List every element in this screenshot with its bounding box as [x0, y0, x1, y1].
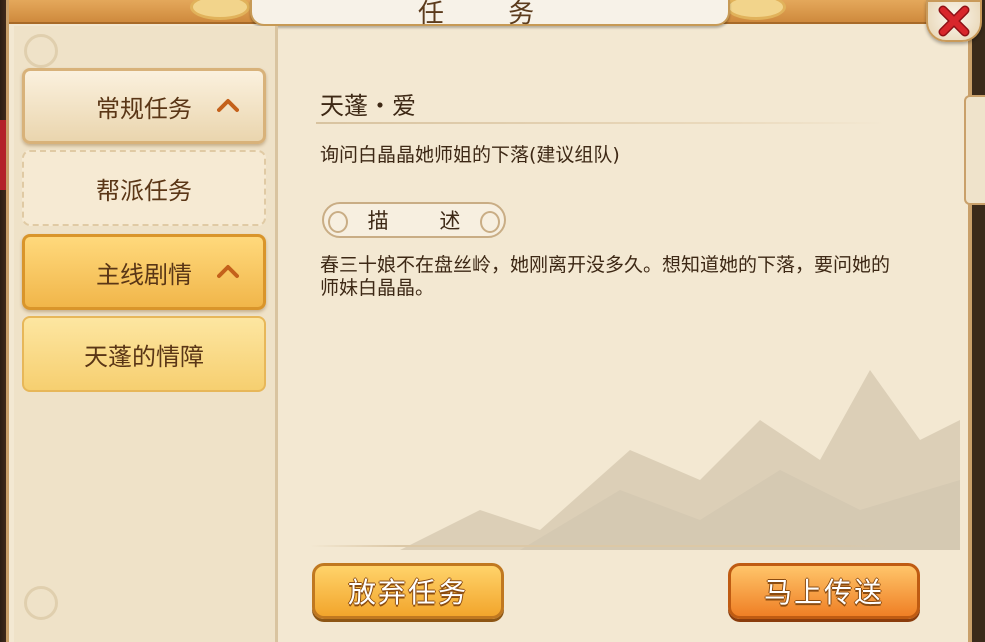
category-main-story[interactable]: 主线剧情 [22, 234, 266, 310]
corner-ornament [24, 586, 58, 620]
corner-ornament [24, 34, 58, 68]
window-title: 任 务 [417, 0, 563, 29]
close-button[interactable] [926, 0, 982, 42]
quest-goal: 询问白晶晶她师姐的下落(建议组队) [320, 144, 620, 166]
title-plate: 任 务 [250, 0, 730, 29]
quest-category-sidebar: 常规任务 帮派任务 主线剧情 天蓬的情障 [14, 26, 278, 642]
subitem-label: 帮派任务 [96, 176, 192, 205]
divider [316, 122, 886, 124]
quest-title: 天蓬・爱 [320, 92, 416, 120]
quest-detail: 天蓬・爱 询问白晶晶她师姐的下落(建议组队) 描 述 春三十娘不在盘丝岭，她刚离… [300, 60, 890, 540]
divider [310, 545, 890, 547]
category-regular-quests[interactable]: 常规任务 [22, 68, 266, 144]
side-tab[interactable] [964, 95, 985, 205]
subitem-label: 天蓬的情障 [84, 342, 204, 371]
chevron-up-icon [217, 99, 239, 112]
teleport-button[interactable]: 马上传送 [728, 563, 920, 619]
subitem-tianpeng-quest[interactable]: 天蓬的情障 [22, 316, 266, 392]
abandon-quest-button[interactable]: 放弃任务 [312, 563, 504, 619]
quest-description: 春三十娘不在盘丝岭，她刚离开没多久。想知道她的下落，要问她的师妹白晶晶。 [320, 254, 891, 299]
description-label: 描 述 [322, 202, 506, 238]
category-label: 常规任务 [96, 94, 192, 123]
chevron-up-icon [217, 265, 239, 278]
subitem-guild-quests[interactable]: 帮派任务 [22, 150, 266, 226]
close-x-icon [938, 5, 970, 37]
category-label: 主线剧情 [96, 260, 192, 289]
